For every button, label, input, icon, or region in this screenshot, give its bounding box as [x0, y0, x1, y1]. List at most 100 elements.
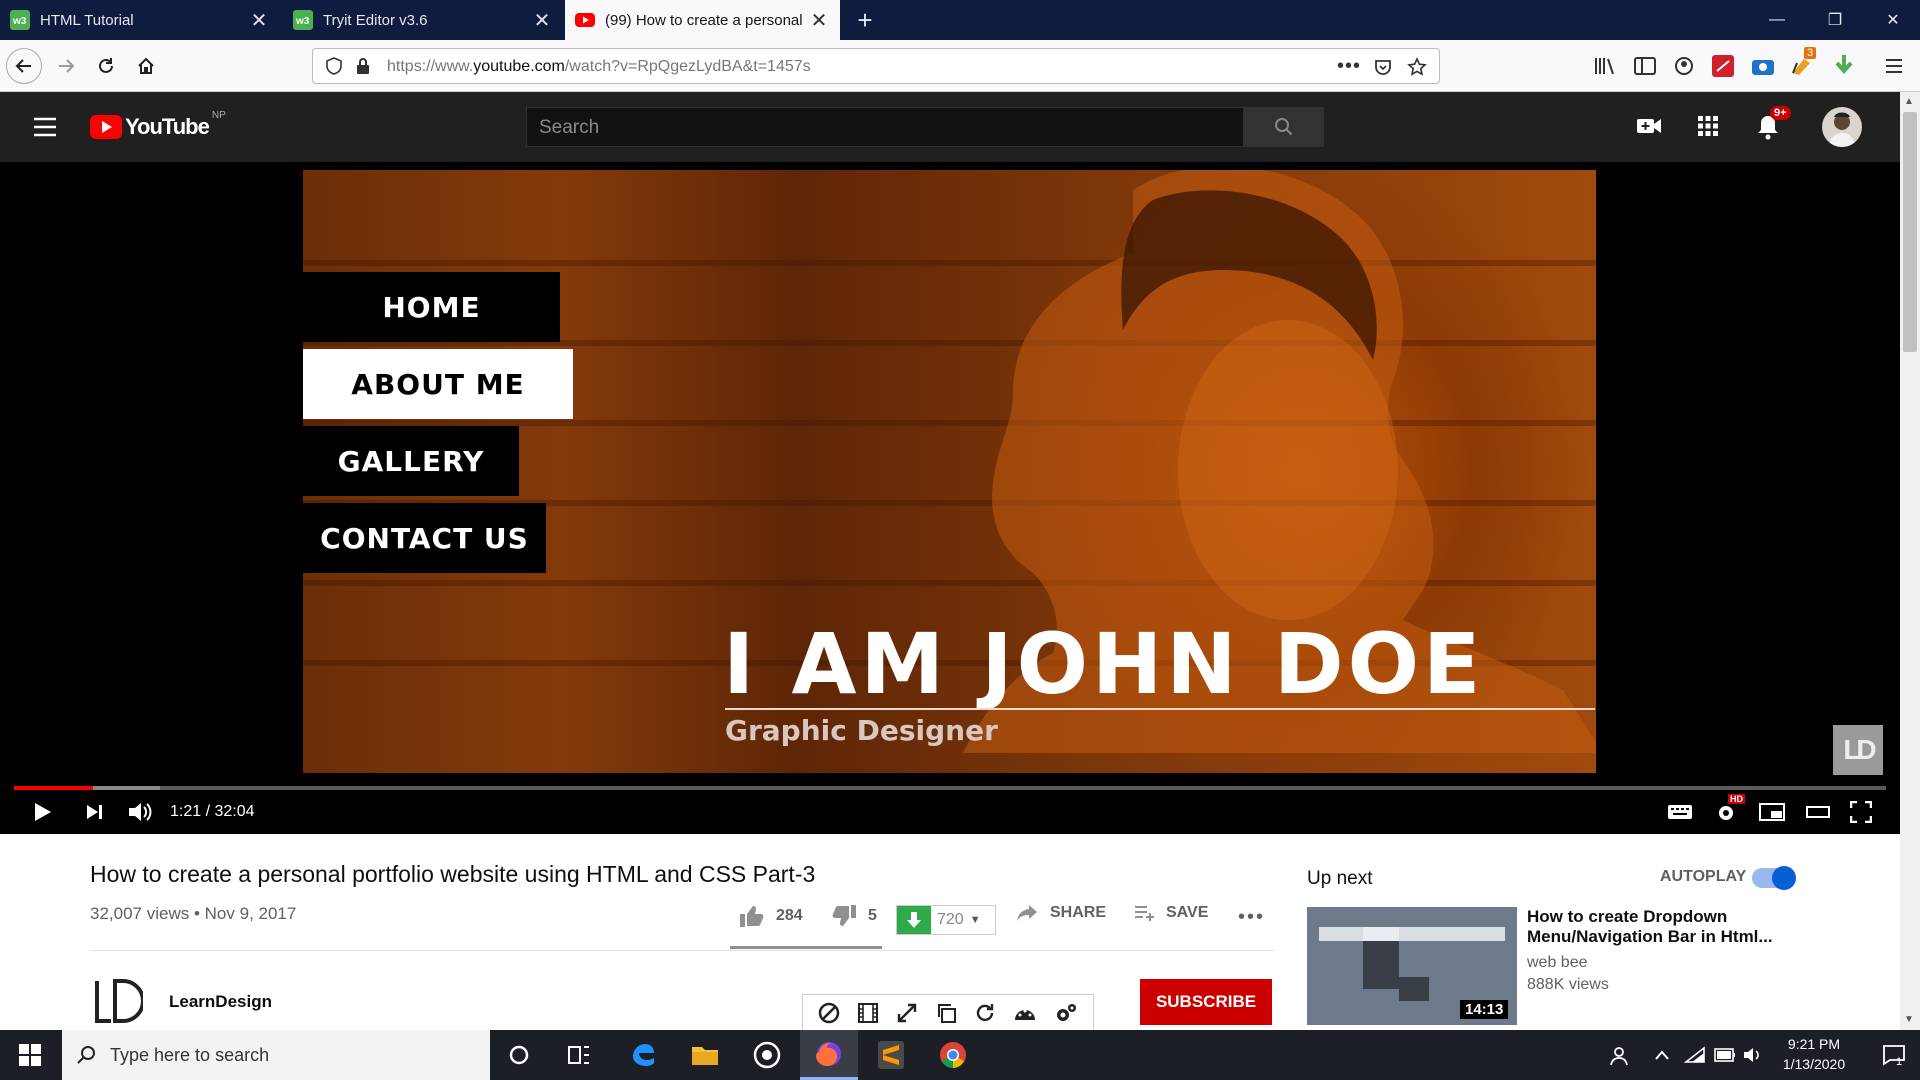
new-tab-button[interactable]: + [850, 4, 880, 36]
wifi-icon[interactable] [1684, 1046, 1706, 1064]
close-tab-icon[interactable]: ✕ [808, 8, 830, 33]
back-button[interactable] [6, 48, 42, 84]
settings-button[interactable]: HD [1708, 794, 1745, 830]
taskbar-obs[interactable] [738, 1030, 796, 1080]
more-actions-icon[interactable]: ••• [1238, 906, 1265, 929]
taskbar-file-explorer[interactable] [676, 1030, 734, 1080]
taskbar-clock[interactable]: 9:21 PM 1/13/2020 [1760, 1034, 1868, 1074]
lock-icon[interactable] [355, 57, 371, 75]
close-tab-icon[interactable]: ✕ [531, 8, 553, 33]
video-duration-badge: 14:13 [1460, 1000, 1509, 1019]
taskbar-sublime[interactable] [862, 1030, 920, 1080]
clock-time: 9:21 PM [1787, 1036, 1841, 1052]
battery-icon[interactable] [1714, 1048, 1736, 1062]
chevron-up-icon[interactable] [1654, 1048, 1670, 1062]
sidebar-icon[interactable] [1634, 56, 1656, 76]
settings-gears-icon[interactable] [1054, 1002, 1078, 1024]
dislike-button[interactable]: 5 [832, 904, 877, 928]
home-button[interactable] [128, 48, 164, 84]
shield-icon[interactable] [325, 57, 343, 75]
autoplay-toggle-knob[interactable] [1772, 866, 1796, 890]
reload-button[interactable] [88, 48, 124, 84]
windows-logo-icon [19, 1044, 41, 1066]
forward-button[interactable] [48, 48, 84, 84]
play-button[interactable] [24, 794, 60, 830]
download-arrow-icon[interactable] [1832, 53, 1856, 77]
youtube-search-button[interactable] [1244, 107, 1324, 147]
subtitles-button[interactable] [1662, 794, 1698, 830]
cortana-button[interactable] [490, 1030, 548, 1080]
browser-tab-bar: w3 HTML Tutorial ✕ w3 Tryit Editor v3.6 … [0, 0, 1920, 40]
taskbar-edge[interactable] [614, 1030, 672, 1080]
youtube-search-input[interactable]: Search [526, 107, 1244, 147]
pocket-icon[interactable] [1373, 57, 1393, 77]
menu-item-gallery: GALLERY [303, 426, 519, 496]
apps-grid-icon[interactable] [1697, 115, 1719, 137]
taskbar-search-box[interactable]: Type here to search [62, 1030, 490, 1080]
block-icon[interactable] [818, 1002, 840, 1024]
channel-watermark[interactable]: LD [1833, 725, 1883, 775]
fullscreen-button[interactable] [1843, 794, 1879, 830]
restore-button[interactable]: ❐ [1806, 0, 1864, 40]
extension-red-icon[interactable] [1712, 55, 1734, 77]
close-window-button[interactable]: ✕ [1864, 0, 1920, 40]
tab-youtube-video[interactable]: (99) How to create a personal p ✕ [565, 0, 840, 40]
video-player[interactable]: HOME ABOUT ME GALLERY CONTACT US I AM JO… [0, 162, 1900, 834]
minimize-button[interactable]: — [1748, 0, 1806, 40]
library-icon[interactable] [1594, 56, 1616, 76]
taskbar-chrome[interactable] [924, 1030, 982, 1080]
notifications-button[interactable]: 9+ [1756, 106, 1796, 144]
hero-divider [725, 708, 1595, 710]
theater-mode-button[interactable] [1800, 794, 1836, 830]
expand-icon[interactable] [896, 1002, 918, 1024]
subscribe-button[interactable]: SUBSCRIBE [1140, 979, 1272, 1025]
loop-icon[interactable] [974, 1002, 996, 1024]
progress-bar[interactable] [14, 786, 1886, 790]
mute-button[interactable] [122, 794, 158, 830]
create-video-icon[interactable] [1636, 114, 1662, 138]
people-icon[interactable] [1608, 1045, 1630, 1067]
next-button[interactable] [76, 794, 112, 830]
channel-name[interactable]: LearnDesign [169, 992, 272, 1012]
url-text[interactable]: https://www.youtube.com/watch?v=RpQgezLy… [387, 58, 811, 76]
taskbar-firefox[interactable] [800, 1030, 858, 1080]
downloads-extension-button[interactable]: 3 [1790, 47, 1824, 79]
guide-menu-icon[interactable] [32, 116, 58, 138]
page-actions-icon[interactable]: ••• [1337, 55, 1361, 78]
save-button[interactable]: SAVE [1134, 904, 1208, 922]
copy-icon[interactable] [935, 1002, 957, 1024]
video-frame[interactable]: HOME ABOUT ME GALLERY CONTACT US I AM JO… [303, 170, 1596, 773]
tab-html-tutorial[interactable]: w3 HTML Tutorial ✕ [0, 0, 280, 40]
next-video-title[interactable]: How to create Dropdown Menu/Navigation B… [1527, 907, 1787, 947]
next-video-channel[interactable]: web bee [1527, 954, 1588, 972]
avatar[interactable] [1822, 107, 1862, 147]
time-display: 1:21 / 32:04 [170, 803, 255, 820]
channel-avatar[interactable] [90, 976, 146, 1026]
scrollbar-thumb[interactable] [1903, 112, 1917, 352]
speaker-icon[interactable] [1742, 1045, 1762, 1065]
download-extension-button[interactable]: 720 ▼ [896, 905, 996, 935]
youtube-logo[interactable]: YouTube NP [90, 110, 226, 140]
scroll-up-icon[interactable]: ▲ [1904, 96, 1914, 107]
start-button[interactable] [0, 1030, 60, 1080]
youtube-play-logo-icon [90, 115, 122, 139]
close-tab-icon[interactable]: ✕ [248, 8, 270, 33]
scroll-down-icon[interactable]: ▼ [1904, 1014, 1914, 1025]
action-center-button[interactable]: 1 [1868, 1030, 1920, 1080]
user-avatar-icon [1828, 112, 1856, 147]
next-video-thumbnail[interactable]: 14:13 [1307, 907, 1517, 1025]
clock-date: 1/13/2020 [1782, 1056, 1846, 1072]
hamburger-menu-icon[interactable] [1884, 56, 1904, 76]
screenshot-extension-icon[interactable] [1752, 55, 1774, 77]
notification-count: 1 [1896, 1056, 1903, 1068]
url-bar[interactable]: https://www.youtube.com/watch?v=RpQgezLy… [312, 48, 1440, 84]
miniplayer-button[interactable] [1754, 794, 1790, 830]
task-view-button[interactable] [550, 1030, 608, 1080]
speed-gauge-icon[interactable] [1013, 1002, 1037, 1024]
share-button[interactable]: SHARE [1016, 904, 1106, 922]
film-icon[interactable] [857, 1002, 879, 1024]
tab-tryit-editor[interactable]: w3 Tryit Editor v3.6 ✕ [283, 0, 563, 40]
account-icon[interactable] [1674, 56, 1694, 76]
like-button[interactable]: 284 [738, 904, 803, 928]
bookmark-star-icon[interactable] [1407, 57, 1427, 77]
